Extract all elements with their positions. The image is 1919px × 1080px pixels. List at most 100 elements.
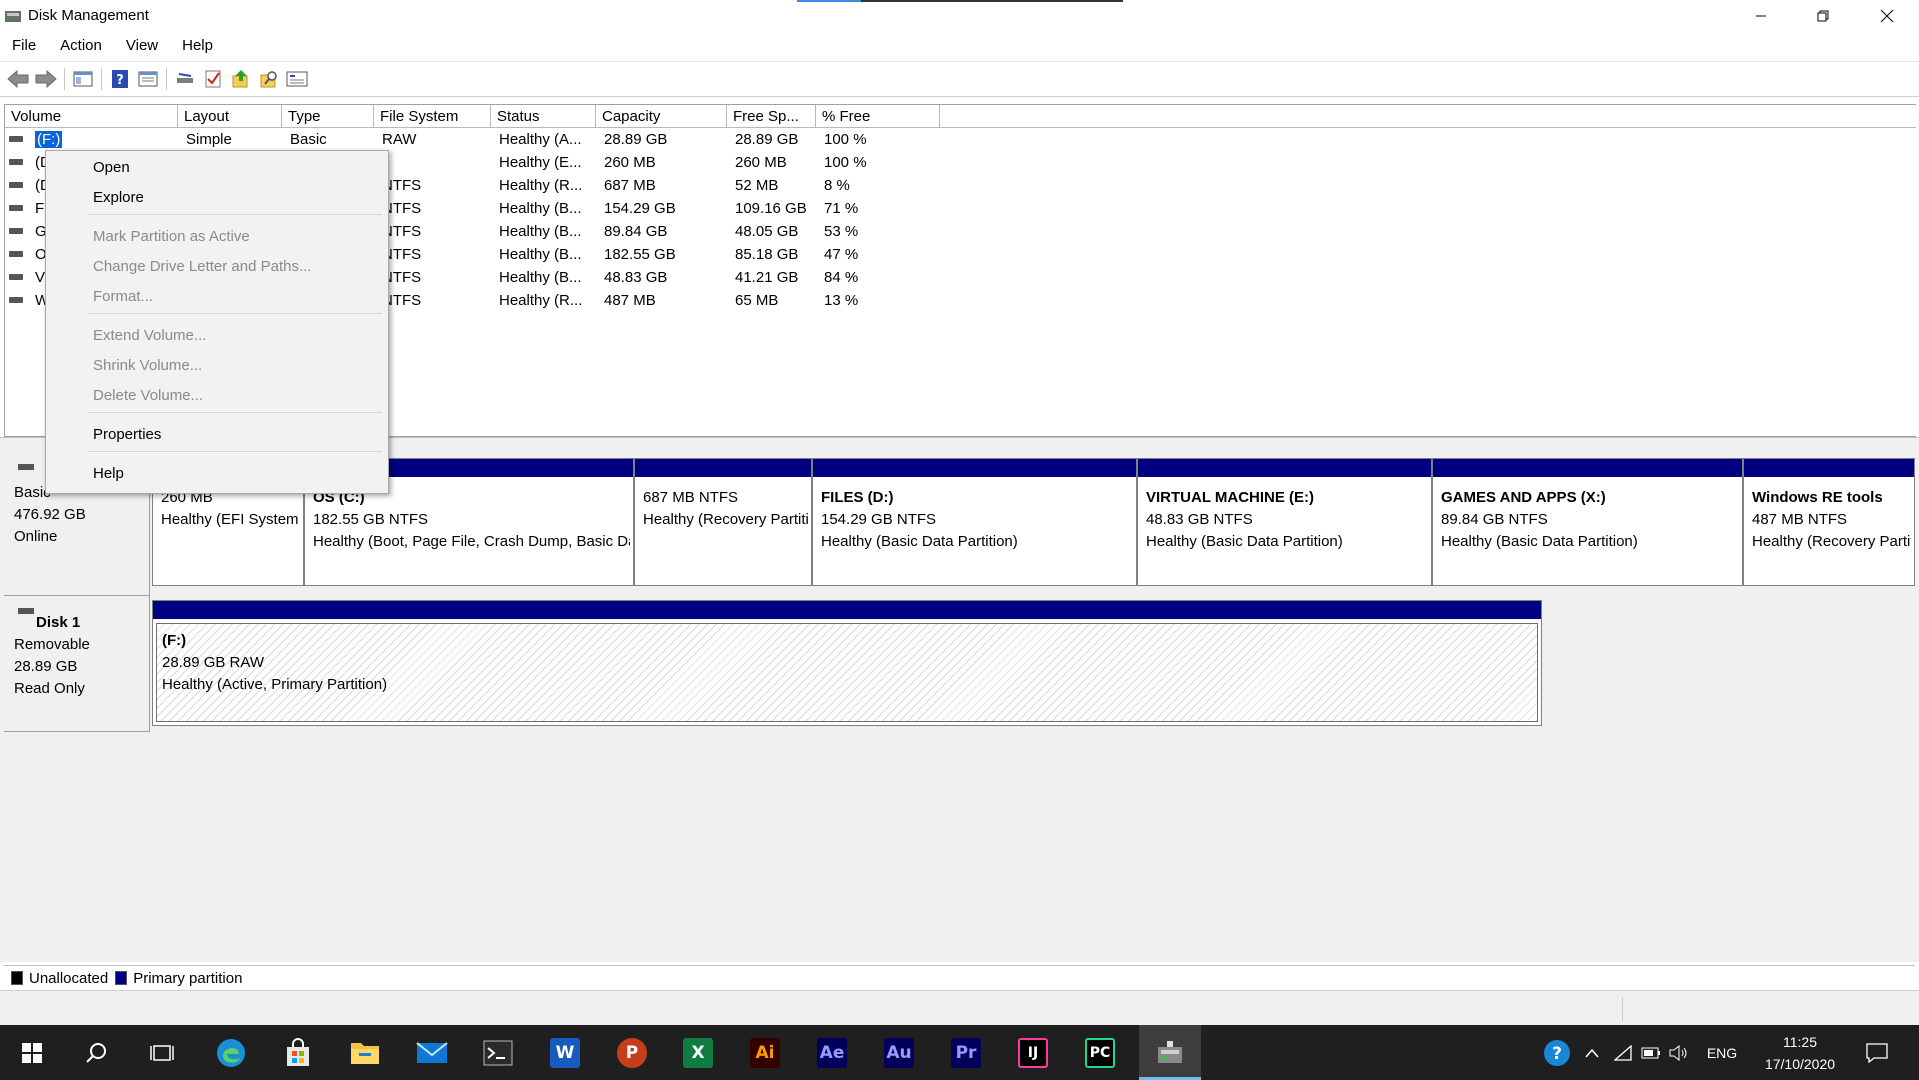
- disk-management-icon: [1158, 1040, 1182, 1063]
- taskbar-file-explorer[interactable]: [337, 1025, 393, 1080]
- close-button[interactable]: [1856, 0, 1918, 31]
- partition-removable-f[interactable]: (F:) 28.89 GB RAW Healthy (Active, Primary…: [152, 600, 1542, 726]
- volume-cell-pct: 8 %: [820, 174, 940, 197]
- taskbar-disk-management[interactable]: [1139, 1025, 1201, 1080]
- status-divider: [1622, 997, 1623, 1021]
- volume-cell-pct: 47 %: [820, 243, 940, 266]
- search-folder-icon: [260, 71, 277, 88]
- taskbar-word[interactable]: W: [537, 1025, 593, 1080]
- help-button[interactable]: ?: [106, 65, 134, 93]
- taskbar-audition[interactable]: Au: [871, 1025, 927, 1080]
- cell-text: 28.89 GB: [604, 131, 668, 148]
- tray-notifications[interactable]: [1860, 1025, 1894, 1080]
- volume-cell-capacity: 28.89 GB: [600, 128, 727, 151]
- menu-file[interactable]: File: [0, 31, 48, 61]
- column-capacity[interactable]: Capacity: [596, 105, 727, 127]
- taskbar-start[interactable]: [4, 1025, 60, 1080]
- menu-action[interactable]: Action: [48, 31, 114, 61]
- check-icon: [205, 70, 221, 88]
- volume-cell-pct: 84 %: [820, 266, 940, 289]
- cell-text: Healthy (B...: [499, 223, 582, 240]
- column-status[interactable]: Status: [491, 105, 596, 127]
- disk-1-state: Read Only: [14, 680, 85, 697]
- context-menu-properties[interactable]: Properties: [46, 421, 388, 449]
- drive-icon: [9, 274, 23, 280]
- back-button[interactable]: [4, 65, 32, 93]
- tray-clock[interactable]: 11:25 17/10/2020: [1752, 1025, 1848, 1080]
- partition-recovery[interactable]: 687 MB NTFS Healthy (Recovery Partition): [634, 458, 812, 586]
- volume-cell-status: Healthy (B...: [495, 266, 596, 289]
- taskbar-excel[interactable]: X: [670, 1025, 726, 1080]
- restore-button[interactable]: [1792, 0, 1854, 31]
- partition-status: Healthy (Boot, Page File, Crash Dump, Ba…: [313, 533, 630, 550]
- tray-show-hidden[interactable]: [1580, 1025, 1604, 1080]
- partition-games-and-apps-x[interactable]: GAMES AND APPS (X:) 89.84 GB NTFS Healthy …: [1432, 458, 1743, 586]
- context-menu-open[interactable]: Open: [46, 154, 388, 182]
- taskbar-task-view[interactable]: [134, 1025, 190, 1080]
- partition-virtual-machine-e[interactable]: VIRTUAL MACHINE (E:) 48.83 GB NTFS Healthy…: [1137, 458, 1432, 586]
- column-percent-free[interactable]: % Free: [816, 105, 940, 127]
- column-volume[interactable]: Volume: [5, 105, 178, 127]
- intellij-icon: IJ: [1018, 1037, 1048, 1068]
- taskbar-illustrator[interactable]: Ai: [737, 1025, 793, 1080]
- partition-size: 89.84 GB NTFS: [1441, 511, 1548, 528]
- taskbar-powerpoint[interactable]: P: [604, 1025, 660, 1080]
- forward-button[interactable]: [32, 65, 60, 93]
- connect-disk-button[interactable]: [171, 65, 199, 93]
- find-button[interactable]: [255, 65, 283, 93]
- volume-cell-fs: NTFS: [378, 266, 491, 289]
- volume-cell-capacity: 182.55 GB: [600, 243, 727, 266]
- partition-name: (F:): [162, 632, 187, 649]
- taskbar-mail[interactable]: [404, 1025, 460, 1080]
- rescan-button[interactable]: [199, 65, 227, 93]
- context-menu-change-drive-letter[interactable]: Change Drive Letter and Paths...: [46, 253, 388, 281]
- forward-arrow-icon: [35, 70, 57, 88]
- cell-text: RAW: [382, 131, 417, 148]
- tray-volume[interactable]: [1666, 1025, 1692, 1080]
- tray-battery[interactable]: [1638, 1025, 1664, 1080]
- partition-files-d[interactable]: FILES (D:) 154.29 GB NTFS Healthy (Basic D…: [812, 458, 1137, 586]
- mail-icon: [416, 1041, 448, 1063]
- context-menu-mark-partition-active[interactable]: Mark Partition as Active: [46, 223, 388, 251]
- volume-cell-fs: NTFS: [378, 220, 491, 243]
- column-file-system[interactable]: File System: [374, 105, 491, 127]
- volume-cell-capacity: 89.84 GB: [600, 220, 727, 243]
- export-list-button[interactable]: [227, 65, 255, 93]
- tray-network[interactable]: [1610, 1025, 1636, 1080]
- taskbar-intellij[interactable]: IJ: [1005, 1025, 1061, 1080]
- cell-text: Basic: [290, 131, 327, 148]
- minimize-button[interactable]: [1730, 0, 1792, 31]
- disk-1-label[interactable]: Disk 1 Removable 28.89 GB Read Only: [4, 596, 150, 732]
- context-menu-format[interactable]: Format...: [46, 283, 388, 311]
- context-menu-explore[interactable]: Explore: [46, 184, 388, 212]
- partition-windows-re-tools[interactable]: Windows RE tools 487 MB NTFS Healthy (Reco…: [1743, 458, 1915, 586]
- disk-0-state: Online: [14, 528, 58, 545]
- context-menu-shrink-volume[interactable]: Shrink Volume...: [46, 352, 388, 380]
- taskbar-edge[interactable]: [203, 1025, 259, 1080]
- taskbar-store[interactable]: [270, 1025, 326, 1080]
- taskbar-after-effects[interactable]: Ae: [804, 1025, 860, 1080]
- taskbar-search[interactable]: [68, 1025, 124, 1080]
- context-menu-help[interactable]: Help: [46, 460, 388, 488]
- properties-button[interactable]: [134, 65, 162, 93]
- context-menu-extend-volume[interactable]: Extend Volume...: [46, 322, 388, 350]
- cell-text: 71 %: [824, 200, 859, 217]
- taskbar-terminal[interactable]: [470, 1025, 526, 1080]
- volume-cell-free: 41.21 GB: [731, 266, 816, 289]
- tray-help[interactable]: ?: [1540, 1025, 1574, 1080]
- tray-language[interactable]: ENG: [1698, 1025, 1746, 1080]
- column-free-space[interactable]: Free Sp...: [727, 105, 816, 127]
- menu-view[interactable]: View: [114, 31, 170, 61]
- illustrator-icon: Ai: [750, 1037, 780, 1068]
- volume-row[interactable]: (F:) Simple Basic RAW Healthy (A... 28.89 GB 2…: [5, 128, 1916, 151]
- settings-panel-button[interactable]: [283, 65, 311, 93]
- context-menu-delete-volume[interactable]: Delete Volume...: [46, 382, 388, 410]
- taskbar-pycharm[interactable]: PC: [1072, 1025, 1128, 1080]
- column-type[interactable]: Type: [282, 105, 374, 127]
- column-layout[interactable]: Layout: [178, 105, 282, 127]
- edge-browser-icon: [217, 1038, 245, 1067]
- partition-bar: [1744, 459, 1914, 477]
- show-console-tree-button[interactable]: [69, 65, 97, 93]
- taskbar-premiere[interactable]: Pr: [938, 1025, 994, 1080]
- menu-help[interactable]: Help: [170, 31, 225, 61]
